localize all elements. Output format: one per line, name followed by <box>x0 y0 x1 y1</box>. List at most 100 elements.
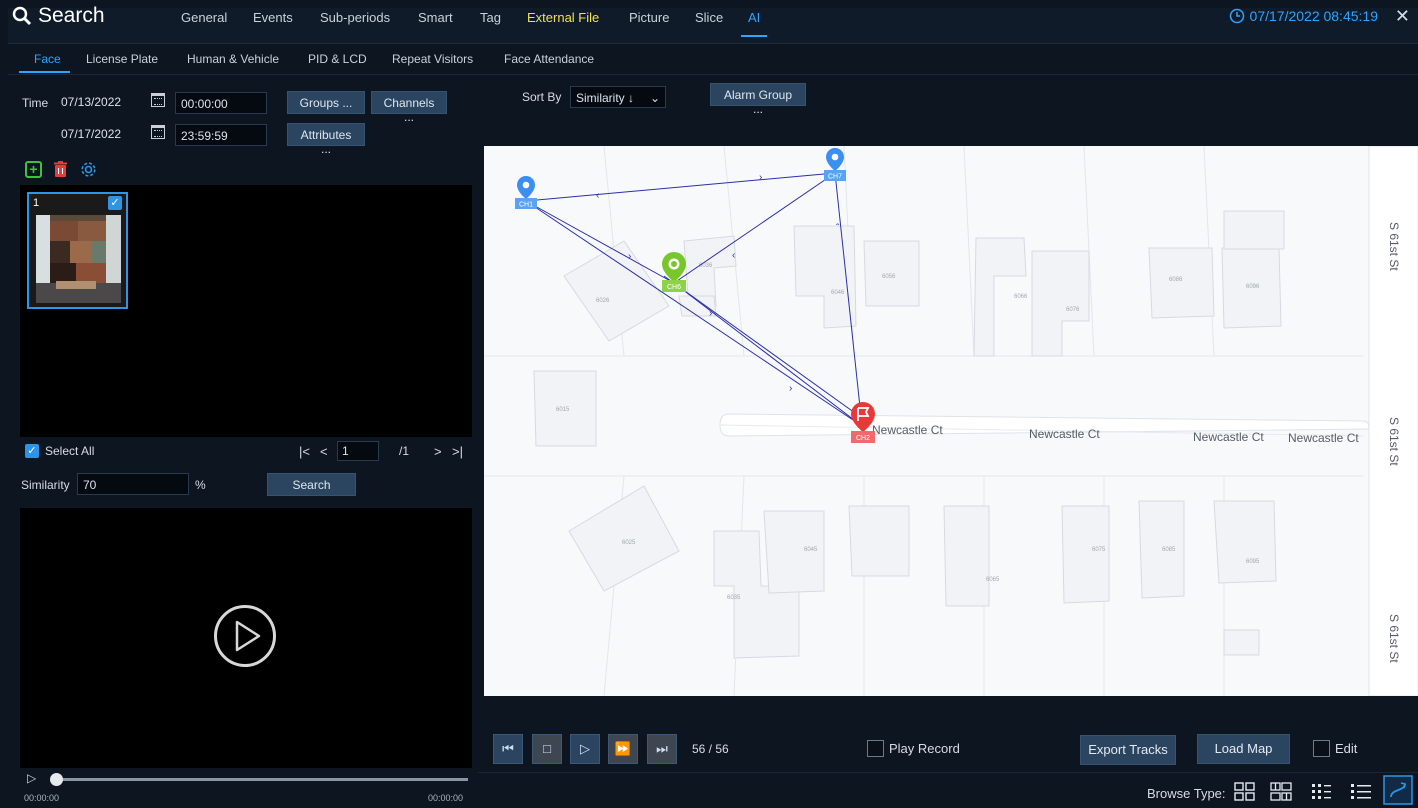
groups-button[interactable]: Groups ... <box>287 91 365 114</box>
grid-list-icon[interactable] <box>1311 782 1333 802</box>
search-icon <box>12 6 32 26</box>
lot-number: 6076 <box>1066 307 1080 313</box>
prev-page-icon[interactable]: < <box>320 444 328 459</box>
calendar-icon[interactable] <box>151 125 165 139</box>
tab-ai[interactable]: AI <box>748 10 760 25</box>
marker-ch1[interactable]: CH1 <box>515 176 537 209</box>
track-arrow-icon: › <box>628 251 631 262</box>
last-page-icon[interactable]: >| <box>452 444 463 459</box>
marker-ch6[interactable]: CH6 <box>662 252 686 292</box>
tab-smart[interactable]: Smart <box>418 10 453 25</box>
sort-select[interactable]: Similarity ↓ ⌄ <box>570 86 666 108</box>
search-button[interactable]: Search <box>267 473 356 496</box>
fast-forward-button[interactable]: ⏩ <box>608 734 638 764</box>
list-icon[interactable] <box>1350 782 1372 802</box>
lot-number: 6085 <box>1162 547 1176 553</box>
grid-2x2-icon[interactable] <box>1234 782 1256 802</box>
seek-knob[interactable] <box>50 773 63 786</box>
subtab-face-attendance[interactable]: Face Attendance <box>504 52 594 66</box>
start-time-field[interactable]: 00:00:00 <box>175 92 267 114</box>
street-label: Newcastle Ct <box>1029 427 1100 441</box>
subtab-license-plate[interactable]: License Plate <box>86 52 158 66</box>
marker-label: CH7 <box>828 174 842 181</box>
end-time-field[interactable]: 23:59:59 <box>175 124 267 146</box>
page-total: /1 <box>399 444 410 458</box>
settings-icon[interactable] <box>80 161 97 178</box>
marker-ch2[interactable]: CH2 <box>851 402 875 443</box>
track-arrow-icon: ‹ <box>732 250 735 261</box>
face-image <box>36 215 121 303</box>
select-all-checkbox[interactable]: ✓ <box>25 444 39 458</box>
marker-label: CH2 <box>856 435 870 442</box>
play-record-label: Play Record <box>889 741 960 756</box>
load-map-button[interactable]: Load Map <box>1197 734 1290 764</box>
map-canvas: 6026 6036 6046 6056 6066 6076 6086 6096 … <box>484 146 1418 696</box>
active-subtab-indicator <box>19 71 70 73</box>
track-arrow-icon: › <box>759 172 762 183</box>
percent-label: % <box>195 478 206 492</box>
lot-number: 6065 <box>986 577 1000 583</box>
map-view[interactable]: 6026 6036 6046 6056 6066 6076 6086 6096 … <box>484 146 1418 696</box>
subtab-pid-lcd[interactable]: PID & LCD <box>308 52 367 66</box>
thumbnail-checkbox[interactable]: ✓ <box>108 196 122 210</box>
channels-button[interactable]: Channels ... <box>371 91 447 124</box>
track-arrow-icon: › <box>709 308 712 319</box>
close-icon[interactable]: ✕ <box>1395 6 1410 27</box>
tab-sub-periods[interactable]: Sub-periods <box>320 10 390 25</box>
lot-number: 6046 <box>831 290 845 296</box>
lot-number: 6045 <box>804 547 818 553</box>
page-input[interactable]: 1 <box>337 441 379 461</box>
subtab-face[interactable]: Face <box>34 52 61 66</box>
seek-bar[interactable] <box>58 778 468 781</box>
alarm-group-button[interactable]: Alarm Group ... <box>710 83 806 116</box>
skip-end-button[interactable]: ⏭ <box>647 734 677 764</box>
skip-start-button[interactable]: ⏮ <box>493 734 523 764</box>
active-tab-indicator <box>741 35 767 37</box>
select-all-label: Select All <box>45 444 95 458</box>
street-label: Newcastle Ct <box>1193 430 1264 444</box>
lot-number: 6086 <box>1169 277 1183 283</box>
play-record-checkbox[interactable] <box>867 740 884 757</box>
next-page-icon[interactable]: > <box>434 444 442 459</box>
lot-number: 6015 <box>556 407 570 413</box>
time-end: 00:00:00 <box>428 793 464 803</box>
tab-slice[interactable]: Slice <box>695 10 723 25</box>
first-page-icon[interactable]: |< <box>299 444 310 459</box>
play-icon[interactable] <box>233 619 263 653</box>
track-arrow-icon: › <box>789 383 792 394</box>
cross-street-label: S 61st St <box>1387 417 1401 466</box>
play-track-button[interactable]: ▷ <box>570 734 600 764</box>
subtab-human-vehicle[interactable]: Human & Vehicle <box>187 52 279 66</box>
street-label: Newcastle Ct <box>872 423 943 437</box>
stop-button[interactable]: □ <box>532 734 562 764</box>
time-label: Time <box>22 96 49 110</box>
datetime-text: 07/17/2022 08:45:19 <box>1249 8 1378 24</box>
add-icon[interactable]: + <box>25 161 42 178</box>
subtab-repeat-visitors[interactable]: Repeat Visitors <box>392 52 473 66</box>
tab-events[interactable]: Events <box>253 10 293 25</box>
calendar-icon[interactable] <box>151 93 165 107</box>
tab-general[interactable]: General <box>181 10 227 25</box>
tab-picture[interactable]: Picture <box>629 10 669 25</box>
tab-tag[interactable]: Tag <box>480 10 501 25</box>
street-label: Newcastle Ct <box>1288 431 1359 445</box>
start-date-field[interactable]: 07/13/2022 <box>56 91 146 113</box>
mini-play-icon[interactable]: ▷ <box>27 771 36 785</box>
face-thumbnail[interactable]: 1 ✓ <box>27 192 128 309</box>
lot-number: 6096 <box>1246 284 1260 290</box>
attributes-button[interactable]: Attributes ... <box>287 123 365 156</box>
similarity-input[interactable]: 70 <box>77 473 189 495</box>
export-tracks-button[interactable]: Export Tracks <box>1080 735 1176 765</box>
edit-checkbox[interactable] <box>1313 740 1330 757</box>
track-arrow-icon: ‹ <box>596 190 599 201</box>
delete-icon[interactable] <box>53 161 68 178</box>
grid-3x2-icon[interactable] <box>1270 782 1292 802</box>
tab-external-file[interactable]: External File <box>527 10 599 25</box>
chevron-down-icon: ⌄ <box>649 91 660 105</box>
edit-label: Edit <box>1335 741 1358 756</box>
lot-number: 6056 <box>882 274 896 280</box>
page-title-text: Search <box>38 4 105 27</box>
end-date-field[interactable]: 07/17/2022 <box>56 123 146 145</box>
track-view-icon[interactable] <box>1383 775 1413 805</box>
marker-ch7[interactable]: CH7 <box>824 148 846 181</box>
